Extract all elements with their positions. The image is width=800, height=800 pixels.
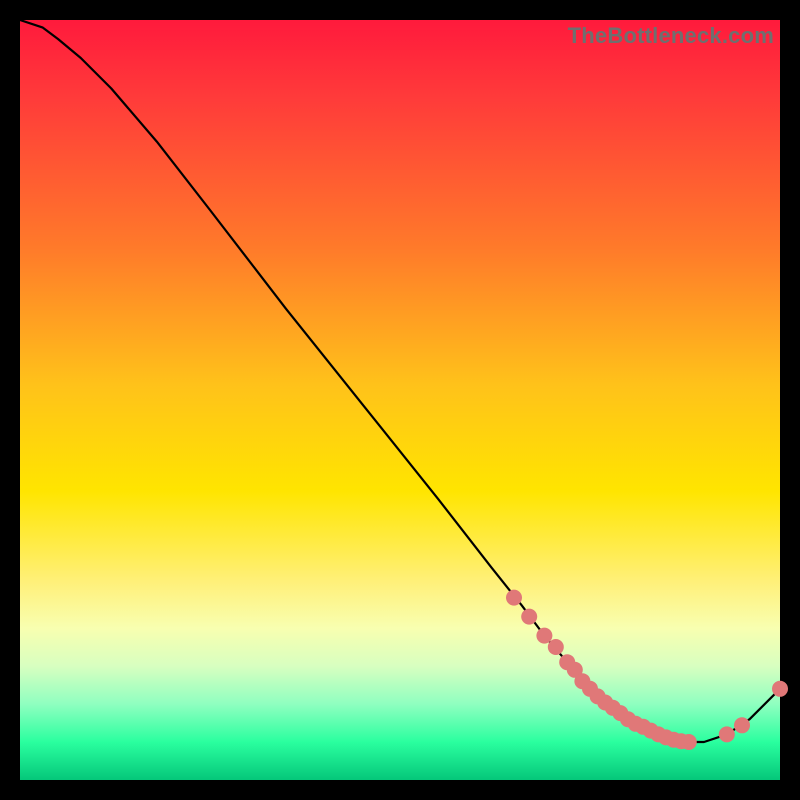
marker-point xyxy=(772,681,788,697)
marker-point xyxy=(521,609,537,625)
plot-area: TheBottleneck.com xyxy=(20,20,780,780)
marker-point xyxy=(506,590,522,606)
marker-point xyxy=(734,717,750,733)
bottleneck-curve xyxy=(20,20,780,742)
chart-svg xyxy=(20,20,780,780)
marker-point xyxy=(548,639,564,655)
chart-frame: TheBottleneck.com xyxy=(0,0,800,800)
marker-point xyxy=(681,734,697,750)
watermark: TheBottleneck.com xyxy=(568,23,774,49)
marker-point xyxy=(719,726,735,742)
curve-markers xyxy=(506,590,788,750)
marker-point xyxy=(536,628,552,644)
